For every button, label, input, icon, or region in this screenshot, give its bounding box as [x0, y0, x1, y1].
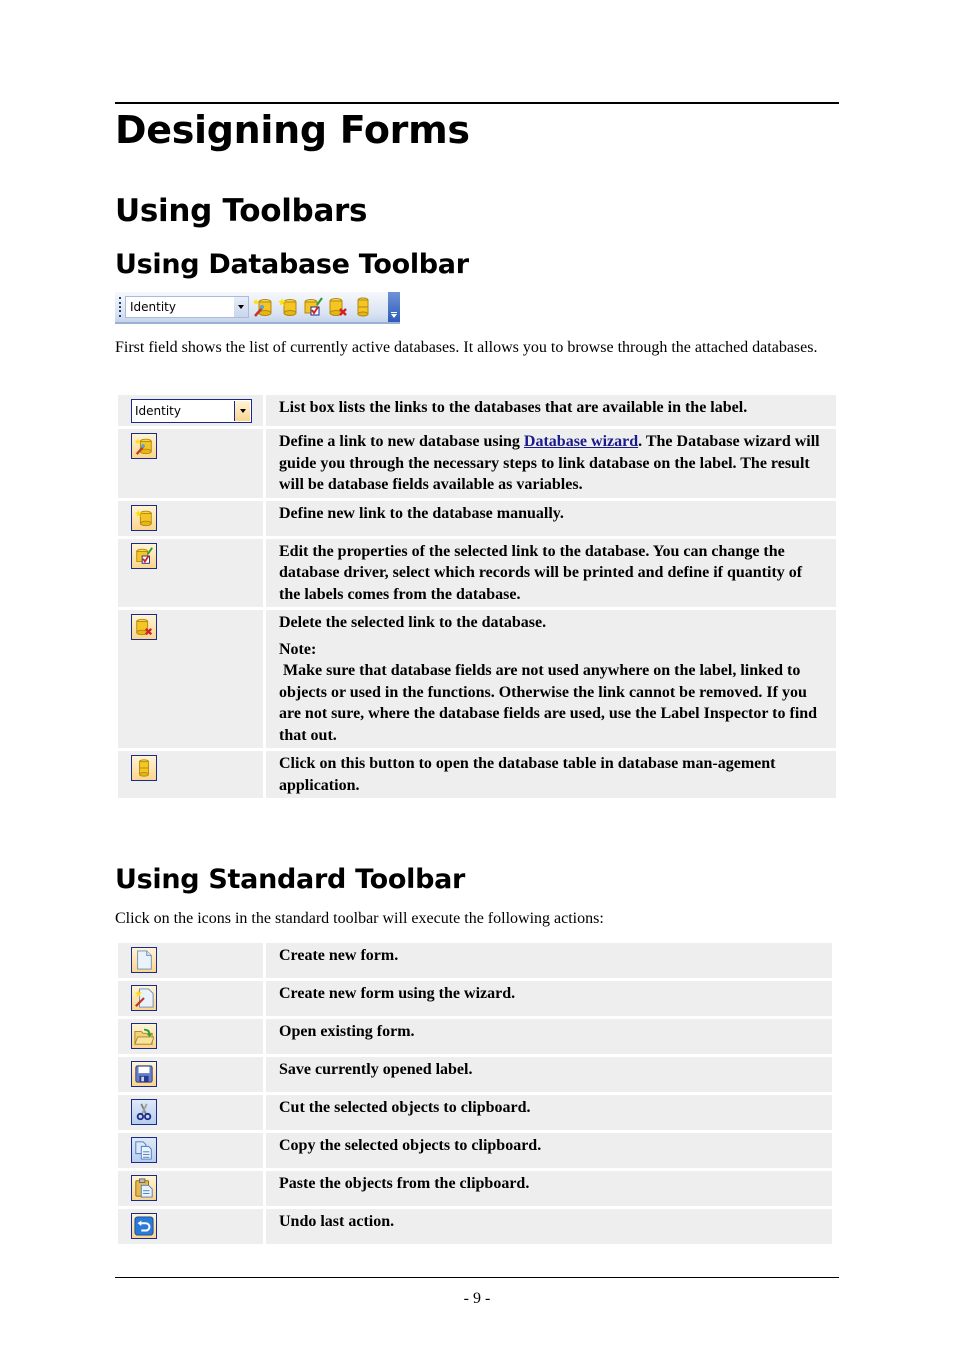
delete-database-link-icon[interactable] [327, 296, 349, 318]
new-form-wizard-icon [131, 985, 157, 1011]
table-row: Paste the objects from the clipboard. [118, 1171, 832, 1206]
edit-database-link-icon [131, 542, 157, 569]
standard-toolbar-intro: Click on the icons in the standard toolb… [115, 910, 604, 927]
table-row: Edit the properties of the selected link… [118, 538, 836, 607]
database-list-combo[interactable]: Identity [131, 399, 252, 423]
description-cell: Create new form using the wizard. [266, 981, 832, 1016]
table-row: Copy the selected objects to clipboard. [118, 1133, 832, 1168]
database-list-combo-value: Identity [135, 404, 181, 418]
note-text: Make sure that database fields are not u… [279, 662, 822, 744]
table-row: Open existing form. [118, 1019, 832, 1054]
table-row: Save currently opened label. [118, 1057, 832, 1092]
paste-clipboard-icon [131, 1175, 157, 1201]
open-database-table-icon [131, 755, 157, 781]
note-label: Note: [279, 640, 317, 658]
database-toolbar-table: Identity List box lists the links to the… [115, 392, 839, 801]
icon-cell [118, 1095, 263, 1130]
table-row: Cut the selected objects to clipboard. [118, 1095, 832, 1130]
description-text: Define a link to new database using [279, 433, 524, 450]
section-title: Using Toolbars [115, 193, 368, 229]
table-row: Click on this button to open the databas… [118, 751, 836, 798]
edit-database-link-icon[interactable] [302, 296, 324, 318]
icon-cell [118, 500, 263, 536]
database-wizard-icon[interactable] [252, 296, 274, 318]
description-cell: Delete the selected link to the database… [266, 610, 836, 748]
new-form-icon [131, 947, 157, 973]
description-cell: Edit the properties of the selected link… [266, 538, 836, 607]
delete-database-link-icon [131, 614, 157, 640]
description-cell: Create new form. [266, 943, 832, 978]
icon-cell [118, 1133, 263, 1168]
icon-cell [118, 610, 263, 748]
description-cell: Copy the selected objects to clipboard. [266, 1133, 832, 1168]
database-wizard-link[interactable]: Database wizard [524, 433, 638, 450]
table-row: Define a link to new database using Data… [118, 429, 836, 498]
table-row: Create new form using the wizard. [118, 981, 832, 1016]
chevron-down-icon[interactable] [234, 297, 248, 317]
description-cell: Define new link to the database manually… [266, 500, 836, 536]
icon-cell [118, 981, 263, 1016]
database-toolbar-intro: First field shows the list of currently … [115, 339, 818, 356]
page-title: Designing Forms [115, 108, 470, 152]
description-text: Delete the selected link to the database… [279, 614, 547, 631]
table-row: Create new form. [118, 943, 832, 978]
toolbar-database-combo-value: Identity [130, 300, 176, 314]
icon-cell [118, 751, 263, 798]
icon-cell [118, 1209, 263, 1244]
description-cell: Undo last action. [266, 1209, 832, 1244]
top-rule [115, 102, 839, 104]
description-cell: Open existing form. [266, 1019, 832, 1054]
icon-cell [118, 1171, 263, 1206]
icon-cell [118, 429, 263, 498]
save-disk-icon [131, 1061, 157, 1087]
description-cell: List box lists the links to the database… [266, 395, 836, 426]
description-cell: Paste the objects from the clipboard. [266, 1171, 832, 1206]
standard-toolbar-heading: Using Standard Toolbar [115, 864, 466, 895]
new-database-link-icon[interactable] [277, 296, 299, 318]
table-row: Define new link to the database manually… [118, 500, 836, 536]
toolbar-grip-handle[interactable] [117, 296, 123, 318]
footer-rule [115, 1277, 839, 1278]
description-cell: Click on this button to open the databas… [266, 751, 836, 798]
table-row: Identity List box lists the links to the… [118, 395, 836, 426]
table-row: Undo last action. [118, 1209, 832, 1244]
open-database-table-icon[interactable] [352, 296, 374, 318]
toolbar-options-button[interactable] [388, 292, 400, 322]
open-folder-icon [131, 1023, 157, 1049]
icon-cell [118, 943, 263, 978]
cut-scissors-icon [131, 1099, 157, 1125]
icon-cell [118, 538, 263, 607]
copy-icon [131, 1137, 157, 1163]
database-wizard-icon [131, 433, 157, 459]
new-database-link-icon [131, 504, 157, 531]
toolbar-database-combo[interactable]: Identity [125, 296, 249, 318]
page-number: - 9 - [463, 1290, 491, 1307]
description-cell: Save currently opened label. [266, 1057, 832, 1092]
description-cell: Define a link to new database using Data… [266, 429, 836, 498]
table-row: Delete the selected link to the database… [118, 610, 836, 748]
database-toolbar-heading: Using Database Toolbar [115, 249, 469, 280]
standard-toolbar-table: Create new form. Create new form using t… [115, 940, 835, 1247]
description-cell: Cut the selected objects to clipboard. [266, 1095, 832, 1130]
icon-cell [118, 1019, 263, 1054]
undo-icon [131, 1213, 157, 1239]
chevron-down-icon[interactable] [234, 401, 250, 421]
database-toolbar: Identity [115, 292, 400, 324]
icon-cell: Identity [118, 395, 263, 426]
icon-cell [118, 1057, 263, 1092]
